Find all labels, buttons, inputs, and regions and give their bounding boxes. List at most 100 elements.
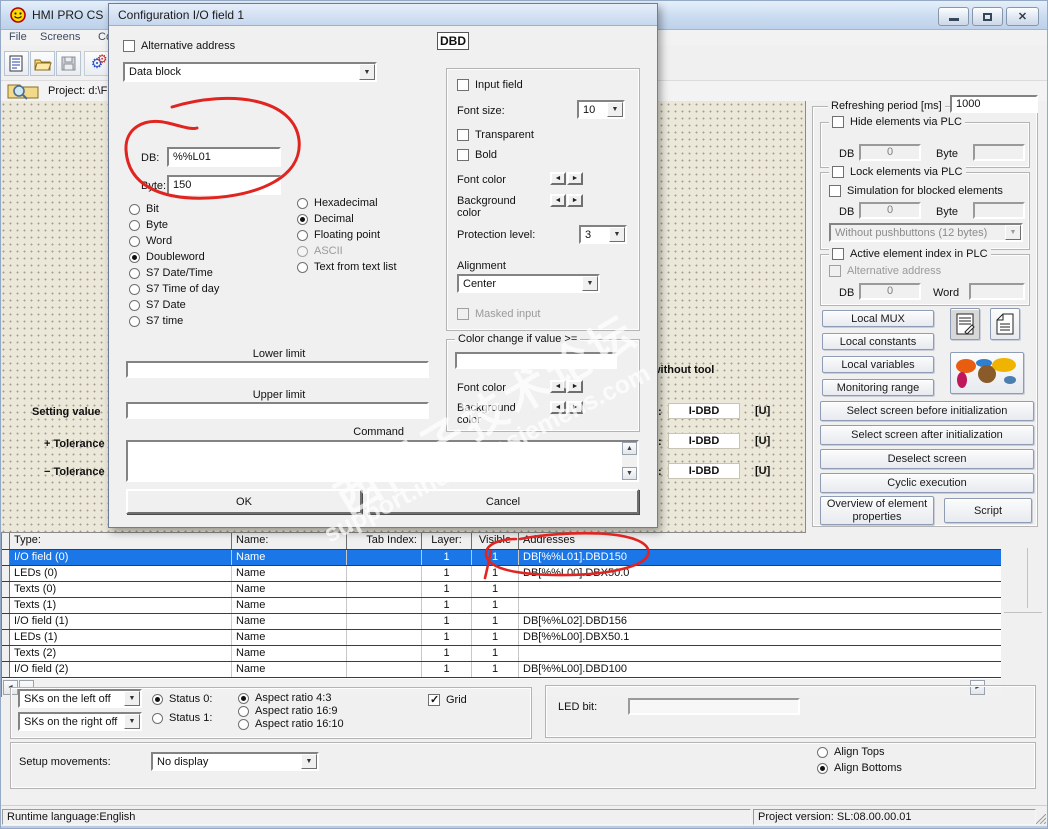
table-row[interactable]: Texts (2) Name 1 1 (2, 646, 1001, 662)
color-change-value-input[interactable] (455, 352, 617, 369)
resize-grip-icon[interactable] (1036, 814, 1046, 824)
simulation-row[interactable]: Simulation for blocked elements (829, 185, 1003, 197)
new-file-button[interactable] (4, 51, 29, 76)
radio-text-from-list[interactable]: Text from text list (297, 261, 397, 273)
menu-file[interactable]: File (9, 31, 27, 43)
transparent-row[interactable]: Transparent (457, 129, 534, 141)
table-row[interactable]: I/O field (2) Name 1 1 DB[%%L00].DBD100 (2, 662, 1001, 678)
sks-right-dropdown[interactable]: SKs on the right off ▼ (18, 712, 142, 731)
align-bottoms-radio-row[interactable]: Align Bottoms (817, 762, 902, 774)
close-button[interactable]: ✕ (1006, 7, 1039, 26)
maximize-button[interactable] (972, 7, 1003, 26)
radio-bit[interactable]: Bit (129, 203, 159, 215)
command-scrollbar[interactable]: ▲ ▼ (622, 442, 637, 480)
table-row[interactable]: Texts (0) Name 1 1 (2, 582, 1001, 598)
protection-level-dropdown[interactable]: 3 ▼ (579, 225, 627, 244)
menu-screens[interactable]: Screens (40, 31, 80, 43)
monitoring-range-button[interactable]: Monitoring range (822, 379, 934, 396)
settings-button[interactable]: ⚙ ⚙ (84, 51, 110, 76)
header-visible[interactable]: Visible (472, 533, 519, 549)
grid-checkbox[interactable] (428, 693, 440, 706)
table-row[interactable]: I/O field (0) Name 1 1 DB[%%L01].DBD150 (2, 550, 1001, 566)
db-input[interactable]: %%L01 (167, 147, 281, 167)
refreshing-period-input[interactable]: 1000 (950, 95, 1038, 113)
status1-radio-row[interactable]: Status 1: (152, 712, 212, 724)
table-row[interactable]: LEDs (0) Name 1 1 DB[%%L00].DBX50.0 (2, 566, 1001, 582)
cancel-button[interactable]: Cancel (367, 489, 639, 514)
font-size-dropdown[interactable]: 10 ▼ (577, 100, 625, 119)
lock-elements-row[interactable]: Lock elements via PLC (829, 166, 966, 178)
sks-left-dropdown[interactable]: SKs on the left off ▼ (18, 689, 142, 708)
align-tops-radio-row[interactable]: Align Tops (817, 746, 885, 758)
notes-edit-button[interactable] (950, 308, 980, 340)
header-tab-index[interactable]: Tab Index: (347, 533, 422, 549)
background-color-spinner[interactable]: ◄ ► (550, 194, 583, 207)
aspect-43-radio-row[interactable]: Aspect ratio 4:3 (238, 692, 331, 704)
header-type[interactable]: Type: (10, 533, 232, 549)
input-field-checkbox[interactable] (457, 79, 469, 91)
grid-checkbox-row[interactable]: Grid (428, 693, 467, 706)
status0-radio-row[interactable]: Status 0: (152, 693, 212, 705)
bold-row[interactable]: Bold (457, 149, 497, 161)
address-type-dropdown[interactable]: Data block ▼ (123, 62, 377, 82)
header-addresses[interactable]: Addresses (519, 533, 1001, 549)
canvas-io-field-2[interactable]: I-DBD (668, 433, 740, 449)
canvas-io-field-1[interactable]: I-DBD (668, 403, 740, 419)
cc-background-color-spinner[interactable]: ◄ ► (550, 401, 583, 414)
radio-decimal[interactable]: Decimal (297, 213, 354, 225)
local-mux-button[interactable]: Local MUX (822, 310, 934, 327)
alignment-dropdown[interactable]: Center ▼ (457, 274, 600, 293)
overview-properties-button[interactable]: Overview of element properties (820, 496, 934, 525)
cc-font-color-spinner[interactable]: ◄ ► (550, 380, 583, 393)
open-file-button[interactable] (30, 51, 55, 76)
byte-input[interactable]: 150 (167, 175, 281, 195)
cyclic-execution-button[interactable]: Cyclic execution (820, 473, 1034, 493)
radio-word[interactable]: Word (129, 235, 172, 247)
input-field-row[interactable]: Input field (457, 79, 523, 91)
active-element-checkbox[interactable] (832, 248, 844, 260)
radio-hexadecimal[interactable]: Hexadecimal (297, 197, 378, 209)
command-textarea[interactable]: ▲ ▼ (126, 440, 639, 482)
aspect-169-radio-row[interactable]: Aspect ratio 16:9 (238, 705, 338, 717)
simulation-checkbox[interactable] (829, 185, 841, 197)
alternative-address-checkbox[interactable] (123, 40, 135, 52)
alternative-address-row[interactable]: Alternative address (123, 40, 235, 52)
select-screen-after-button[interactable]: Select screen after initialization (820, 425, 1034, 445)
hide-elements-checkbox[interactable] (832, 116, 844, 128)
active-element-row[interactable]: Active element index in PLC (829, 248, 991, 260)
radio-byte[interactable]: Byte (129, 219, 168, 231)
table-row[interactable]: Texts (1) Name 1 1 (2, 598, 1001, 614)
header-layer[interactable]: Layer: (422, 533, 472, 549)
minimize-button[interactable] (938, 7, 969, 26)
radio-s7-timeofday[interactable]: S7 Time of day (129, 283, 219, 295)
local-constants-button[interactable]: Local constants (822, 333, 934, 350)
script-button[interactable]: Script (944, 498, 1032, 523)
scroll-down-icon[interactable]: ▼ (622, 467, 637, 480)
table-row[interactable]: I/O field (1) Name 1 1 DB[%%L02].DBD156 (2, 614, 1001, 630)
radio-s7-date[interactable]: S7 Date (129, 299, 186, 311)
dialog-titlebar[interactable]: Configuration I/O field 1 (109, 4, 657, 26)
transparent-checkbox[interactable] (457, 129, 469, 141)
language-map-button[interactable] (950, 352, 1024, 394)
upper-limit-input[interactable] (126, 402, 429, 419)
lock-elements-checkbox[interactable] (832, 166, 844, 178)
radio-s7-time[interactable]: S7 time (129, 315, 183, 327)
hide-elements-row[interactable]: Hide elements via PLC (829, 116, 965, 128)
select-screen-before-button[interactable]: Select screen before initialization (820, 401, 1034, 421)
header-name[interactable]: Name: (232, 533, 347, 549)
save-button[interactable] (56, 51, 81, 76)
radio-floating-point[interactable]: Floating point (297, 229, 380, 241)
deselect-screen-button[interactable]: Deselect screen (820, 449, 1034, 469)
local-variables-button[interactable]: Local variables (822, 356, 934, 373)
canvas-io-field-3[interactable]: I-DBD (668, 463, 740, 479)
radio-s7-datetime[interactable]: S7 Date/Time (129, 267, 213, 279)
setup-movements-dropdown[interactable]: No display ▼ (151, 752, 319, 771)
table-row[interactable]: LEDs (1) Name 1 1 DB[%%L00].DBX50.1 (2, 630, 1001, 646)
ok-button[interactable]: OK (126, 489, 362, 514)
scroll-up-icon[interactable]: ▲ (622, 442, 637, 455)
lower-limit-input[interactable] (126, 361, 429, 378)
font-color-spinner[interactable]: ◄ ► (550, 172, 583, 185)
radio-doubleword[interactable]: Doubleword (129, 251, 205, 263)
bold-checkbox[interactable] (457, 149, 469, 161)
notes-page-button[interactable] (990, 308, 1020, 340)
